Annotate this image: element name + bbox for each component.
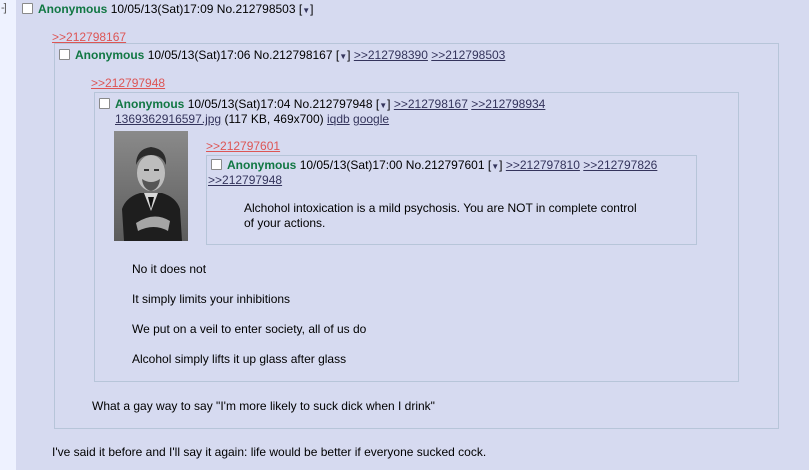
reply-link[interactable]: >>212798390 [354, 48, 428, 62]
google-link[interactable]: google [353, 112, 389, 126]
chevron-down-icon: ▼ [491, 162, 500, 171]
top-post-checkbox[interactable] [22, 3, 33, 14]
thread-expander[interactable]: -] [1, 2, 7, 14]
reply-link[interactable]: >>212797826 [583, 158, 657, 172]
file-info: 1369362916597.jpg (117 KB, 469x700) iqdb… [115, 112, 389, 127]
post-datetime: 10/05/13(Sat)17:04 [187, 97, 291, 111]
reply-link[interactable]: >>212797948 [208, 173, 282, 187]
post-b-body-line: Alcohol simply lifts it up glass after g… [132, 352, 347, 366]
post-a-header: Anonymous 10/05/13(Sat)17:06 No.21279816… [59, 48, 505, 64]
chevron-down-icon: ▼ [379, 101, 388, 110]
post-c-checkbox[interactable] [211, 159, 222, 170]
iqdb-link[interactable]: iqdb [327, 112, 350, 126]
quote-link[interactable]: >>212797601 [206, 139, 280, 153]
thread-container: Anonymous 10/05/13(Sat)17:09 No.21279850… [16, 0, 809, 470]
top-post-header: Anonymous 10/05/13(Sat)17:09 No.21279850… [22, 2, 313, 18]
quote-link[interactable]: >>212797948 [91, 76, 165, 90]
post-menu-button[interactable]: [▼] [376, 97, 391, 111]
post-c-backlinks: >>212797948 [208, 173, 282, 188]
post-thumbnail[interactable] [114, 131, 188, 241]
top-post-body: I've said it before and I'll say it agai… [52, 445, 487, 459]
post-datetime: 10/05/13(Sat)17:00 [299, 158, 403, 172]
inline-post-b: Anonymous 10/05/13(Sat)17:04 No.21279794… [94, 92, 739, 382]
quote-link-b[interactable]: >>212797948 [91, 76, 165, 90]
poster-name: Anonymous [227, 158, 297, 172]
page-gutter: -] [0, 0, 16, 470]
post-a-body: What a gay way to say "I'm more likely t… [92, 399, 435, 413]
chevron-down-icon: ▼ [339, 52, 348, 61]
inline-post-c: Anonymous 10/05/13(Sat)17:00 No.21279760… [206, 155, 697, 245]
post-menu-button[interactable]: [▼] [299, 2, 314, 16]
post-a-checkbox[interactable] [59, 49, 70, 60]
post-b-header: Anonymous 10/05/13(Sat)17:04 No.21279794… [99, 97, 545, 113]
file-meta: (117 KB, 469x700) [224, 112, 324, 126]
poster-name: Anonymous [75, 48, 145, 62]
post-c-body-line: Alchohol intoxication is a mild psychosi… [244, 201, 637, 215]
post-c-header: Anonymous 10/05/13(Sat)17:00 No.21279760… [211, 158, 657, 174]
reply-link[interactable]: >>212798167 [394, 97, 468, 111]
post-b-body-line: No it does not [132, 262, 207, 276]
post-datetime: 10/05/13(Sat)17:06 [147, 48, 251, 62]
post-c-body-line: of your actions. [244, 216, 326, 230]
reply-link[interactable]: >>212797810 [506, 158, 580, 172]
post-number[interactable]: No.212798167 [254, 48, 333, 62]
post-menu-button[interactable]: [▼] [336, 48, 351, 62]
quote-link-c[interactable]: >>212797601 [206, 139, 280, 153]
quote-link-a[interactable]: >>212798167 [52, 30, 126, 44]
reply-link[interactable]: >>212798503 [431, 48, 505, 62]
post-number[interactable]: No.212798503 [217, 2, 296, 16]
post-b-checkbox[interactable] [99, 98, 110, 109]
post-menu-button[interactable]: [▼] [488, 158, 503, 172]
chevron-down-icon: ▼ [302, 6, 311, 15]
portrait-image [114, 131, 188, 241]
poster-name: Anonymous [115, 97, 185, 111]
post-number[interactable]: No.212797948 [294, 97, 373, 111]
reply-link[interactable]: >>212798934 [471, 97, 545, 111]
quote-link[interactable]: >>212798167 [52, 30, 126, 44]
post-number[interactable]: No.212797601 [406, 158, 485, 172]
post-b-body-line: It simply limits your inhibitions [132, 292, 291, 306]
post-datetime: 10/05/13(Sat)17:09 [110, 2, 214, 16]
poster-name: Anonymous [38, 2, 108, 16]
post-b-body-line: We put on a veil to enter society, all o… [132, 322, 367, 336]
file-name-link[interactable]: 1369362916597.jpg [115, 112, 221, 126]
inline-post-a: Anonymous 10/05/13(Sat)17:06 No.21279816… [54, 43, 779, 429]
